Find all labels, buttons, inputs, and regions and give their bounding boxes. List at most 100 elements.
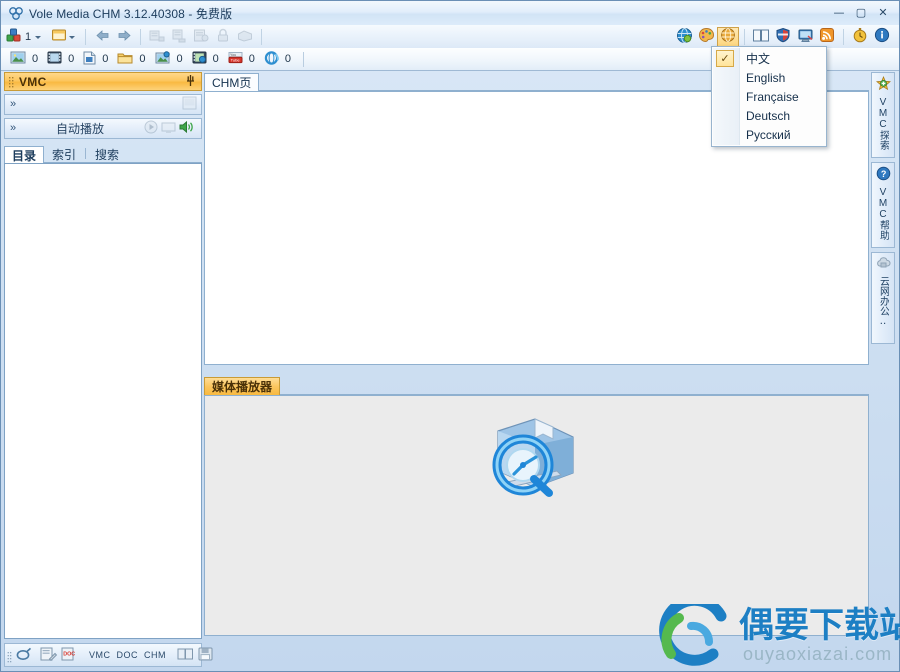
clear-button[interactable] — [234, 27, 256, 47]
player-tab-filler — [280, 376, 869, 395]
menu-item-english[interactable]: English — [712, 68, 826, 87]
media-player-body[interactable] — [204, 395, 869, 636]
menu-item-french[interactable]: Française — [712, 87, 826, 106]
compile-button[interactable] — [190, 27, 212, 47]
tab-media-player[interactable]: 媒体播放器 — [204, 377, 281, 395]
counter-document[interactable]: 0 — [83, 51, 108, 68]
vmc-text-icon[interactable]: VMC — [89, 650, 111, 660]
chevron-down-icon-2[interactable] — [69, 36, 76, 39]
chm-text-icon[interactable]: CHM — [144, 650, 166, 660]
book-view-button[interactable] — [750, 27, 772, 47]
autoplay-strip: » 自动播放 — [4, 118, 202, 139]
tab-contents[interactable]: 目录 — [4, 146, 45, 163]
svg-text:?: ? — [880, 169, 886, 179]
toolbar-separator-2 — [140, 28, 142, 45]
about-button[interactable] — [871, 27, 893, 47]
forward-button[interactable] — [113, 27, 135, 47]
lock-button[interactable] — [212, 27, 234, 47]
counter-image[interactable]: 0 — [10, 51, 38, 67]
menu-item-russian[interactable]: Русский — [712, 125, 826, 144]
shield-icon — [775, 27, 791, 46]
rss-button[interactable] — [816, 27, 838, 47]
tab-chm-page[interactable]: CHM页 — [204, 73, 260, 91]
theme-button[interactable] — [695, 27, 717, 47]
counter-web[interactable]: 0 — [264, 50, 291, 68]
menu-item-chinese-label: 中文 — [746, 52, 771, 66]
doc-text-icon[interactable]: DOC — [117, 650, 139, 660]
vtab-cloud-office-label: 云网办公‥ — [877, 276, 889, 327]
counter-media-value: 0 — [212, 53, 219, 65]
monitor-icon — [797, 28, 814, 46]
play-icon[interactable] — [144, 120, 158, 137]
player-tab-row: 媒体播放器 — [204, 376, 869, 395]
monitor-button[interactable] — [794, 27, 816, 47]
window-title: Vole Media CHM 3.12.40308 - 免费版 — [29, 6, 233, 21]
counter-photo-link-value: 0 — [176, 53, 183, 65]
project-button[interactable]: 1 — [4, 26, 46, 47]
doc-stamp-icon[interactable]: DOC — [61, 647, 78, 664]
new-page-button[interactable] — [49, 26, 80, 47]
language-button[interactable] — [717, 26, 739, 47]
center-area: CHM页 媒体播放器 — [204, 72, 869, 637]
rss-icon — [819, 27, 835, 46]
vmc-panel-title: VMC — [19, 74, 47, 89]
arrow-left-icon — [95, 29, 110, 45]
import-button[interactable] — [146, 27, 168, 47]
tab-contents-label: 目录 — [12, 148, 37, 163]
tab-media-player-label: 媒体播放器 — [212, 380, 273, 394]
counter-youtube[interactable]: You Tube 0 — [228, 51, 255, 67]
tab-index[interactable]: 索引 — [44, 145, 84, 162]
counter-web-value: 0 — [284, 53, 291, 65]
application-window: Vole Media CHM 3.12.40308 - 免费版 — ▢ ✕ 1 — [0, 0, 900, 672]
counter-video[interactable]: 0 — [47, 51, 74, 67]
save-disk-icon[interactable] — [198, 647, 213, 664]
language-dropdown-menu[interactable]: ✓ 中文 English Française Deutsch Русский — [711, 46, 827, 147]
youtube-icon: You Tube — [228, 51, 243, 67]
vtab-cloud-office[interactable]: 云网办公‥ — [871, 252, 895, 344]
counter-media[interactable]: 0 — [192, 51, 219, 67]
web-preview-button[interactable] — [673, 27, 695, 47]
pin-icon[interactable] — [185, 74, 196, 90]
tab-search[interactable]: 搜索 — [87, 145, 127, 162]
export-button[interactable] — [168, 27, 190, 47]
counter-document-value: 0 — [102, 53, 109, 65]
watermark-url: ouyaoxiazai.com — [743, 644, 893, 664]
speaker-icon[interactable] — [179, 120, 195, 137]
vtab-vmc-explore[interactable]: VMC探索 — [871, 72, 895, 158]
compile-icon — [193, 28, 209, 46]
minimize-button[interactable]: — — [829, 4, 849, 20]
back-button[interactable] — [91, 27, 113, 47]
counter-folder-value: 0 — [139, 53, 146, 65]
chevron-down-icon[interactable] — [35, 36, 42, 39]
timer-button[interactable] — [849, 27, 871, 47]
tab-chm-page-label: CHM页 — [212, 76, 252, 90]
menu-item-chinese[interactable]: ✓ 中文 — [712, 49, 826, 68]
shield-button[interactable] — [772, 27, 794, 47]
contents-tree[interactable] — [4, 163, 202, 639]
right-tab-bar: VMC探索 ? VMC帮助 云网办公‥ — [871, 72, 897, 637]
minimize-icon: — — [833, 5, 845, 19]
counter-youtube-value: 0 — [248, 53, 255, 65]
left-panel-bottom-toolbar: DOC VMC DOC CHM — [4, 643, 213, 667]
edit-page-icon[interactable] — [40, 647, 58, 664]
svg-text:DOC: DOC — [63, 651, 75, 657]
panel-icon[interactable] — [182, 96, 197, 113]
lock-icon — [215, 28, 231, 46]
panel-strip-collapsed[interactable]: » — [4, 94, 202, 115]
vmc-panel-header: VMC — [4, 72, 202, 91]
document-icon — [83, 51, 96, 68]
image-icon — [10, 51, 26, 67]
counter-photo-link[interactable]: 0 — [155, 51, 183, 67]
grip-icon — [8, 76, 15, 88]
globe-icon[interactable] — [16, 646, 32, 665]
title-bar: Vole Media CHM 3.12.40308 - 免费版 — ▢ ✕ — [1, 1, 899, 26]
menu-item-german[interactable]: Deutsch — [712, 106, 826, 125]
counter-folder[interactable]: 0 — [117, 51, 146, 67]
toolbar-separator-5 — [843, 28, 844, 45]
maximize-button[interactable]: ▢ — [851, 4, 871, 20]
chevron-down-icon-strip1[interactable]: » — [10, 99, 16, 110]
book-icon[interactable] — [177, 647, 194, 664]
vtab-vmc-help[interactable]: ? VMC帮助 — [871, 162, 895, 248]
close-button[interactable]: ✕ — [873, 4, 893, 20]
screen-icon[interactable] — [161, 121, 176, 137]
